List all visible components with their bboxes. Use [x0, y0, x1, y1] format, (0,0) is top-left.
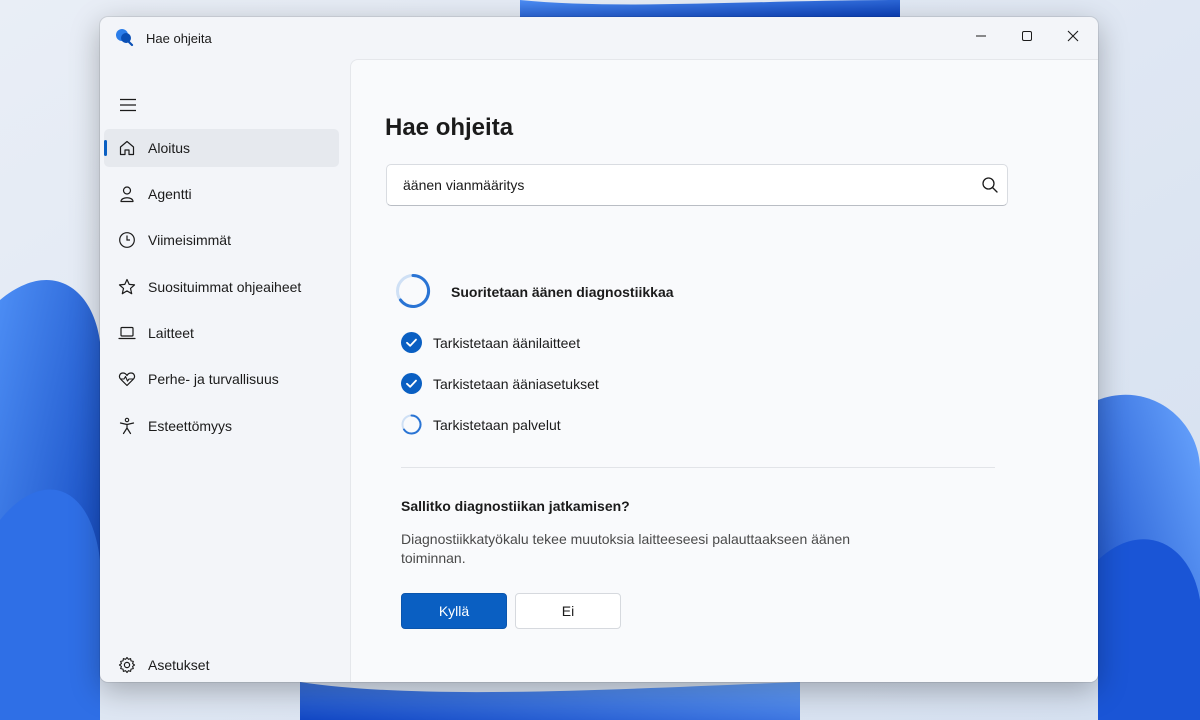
sidebar-item-label: Asetukset — [148, 657, 210, 673]
checkmark-circle-icon — [401, 332, 422, 353]
status-label: Suoritetaan äänen diagnostiikkaa — [451, 284, 674, 300]
home-icon — [119, 140, 135, 156]
sidebar-item-aloitus[interactable]: Aloitus — [104, 129, 339, 167]
title-bar: Hae ohjeita — [100, 17, 1098, 59]
sidebar-item-label: Suosituimmat ohjeaiheet — [148, 279, 302, 295]
search-input[interactable] — [387, 165, 967, 205]
sidebar: Aloitus Agentti Viimeisimmät Suosituimma… — [100, 59, 350, 682]
spinner-icon — [401, 414, 422, 435]
sidebar-item-suosituimmat[interactable]: Suosituimmat ohjeaiheet — [104, 268, 339, 306]
maximize-icon — [1022, 31, 1032, 41]
prompt-description: Diagnostiikkatyökalu tekee muutoksia lai… — [401, 531, 851, 566]
sidebar-item-esteettomyys[interactable]: Esteettömyys — [104, 407, 339, 445]
gear-icon — [118, 656, 136, 674]
main-content: Hae ohjeita Suoritetaan äänen diagnostii… — [350, 59, 1098, 682]
sidebar-item-label: Perhe- ja turvallisuus — [148, 371, 279, 387]
search-icon[interactable] — [981, 176, 999, 194]
check-item: Tarkistetaan äänilaitteet — [401, 330, 801, 354]
sidebar-item-laitteet[interactable]: Laitteet — [104, 314, 339, 352]
search-box[interactable] — [386, 164, 1008, 206]
check-label: Tarkistetaan ääniasetukset — [433, 376, 599, 392]
divider — [401, 467, 995, 468]
checkmark-circle-icon — [401, 373, 422, 394]
clock-icon — [119, 232, 135, 248]
check-label: Tarkistetaan äänilaitteet — [433, 335, 581, 351]
no-button[interactable]: Ei — [515, 593, 621, 629]
star-icon — [118, 278, 136, 295]
minimize-button[interactable] — [958, 17, 1004, 55]
page-title: Hae ohjeita — [385, 114, 514, 141]
app-window: Hae ohjeita Aloitus Agentti Viimeisimmät… — [100, 17, 1098, 682]
active-indicator — [104, 140, 107, 156]
sidebar-item-label: Esteettömyys — [148, 418, 233, 434]
sidebar-item-viimeisimmat[interactable]: Viimeisimmät — [104, 221, 339, 259]
sidebar-item-label: Laitteet — [148, 325, 194, 341]
hamburger-icon — [120, 98, 136, 112]
check-item: Tarkistetaan palvelut — [401, 412, 801, 436]
yes-button[interactable]: Kyllä — [401, 593, 507, 629]
heart-pulse-icon — [118, 372, 136, 387]
maximize-button[interactable] — [1004, 17, 1050, 55]
sidebar-item-perhe[interactable]: Perhe- ja turvallisuus — [104, 360, 339, 398]
sidebar-item-asetukset[interactable]: Asetukset — [104, 646, 339, 682]
sidebar-item-label: Viimeisimmät — [148, 232, 231, 248]
diagnostics-status: Suoritetaan äänen diagnostiikkaa — [395, 273, 795, 313]
close-icon — [1067, 30, 1079, 42]
sidebar-item-agentti[interactable]: Agentti — [104, 175, 339, 213]
spinner-icon — [396, 273, 431, 308]
sidebar-item-label: Aloitus — [148, 140, 191, 156]
accessibility-icon — [119, 417, 135, 435]
laptop-icon — [118, 326, 136, 340]
check-item: Tarkistetaan ääniasetukset — [401, 371, 801, 395]
person-icon — [120, 186, 134, 203]
menu-button[interactable] — [114, 95, 142, 115]
sidebar-item-label: Agentti — [148, 186, 192, 202]
prompt-question: Sallitko diagnostiikan jatkamisen? — [401, 498, 630, 514]
window-title: Hae ohjeita — [146, 31, 212, 46]
get-help-icon — [116, 29, 134, 47]
minimize-icon — [976, 35, 986, 37]
close-button[interactable] — [1050, 17, 1096, 55]
check-label: Tarkistetaan palvelut — [433, 417, 561, 433]
